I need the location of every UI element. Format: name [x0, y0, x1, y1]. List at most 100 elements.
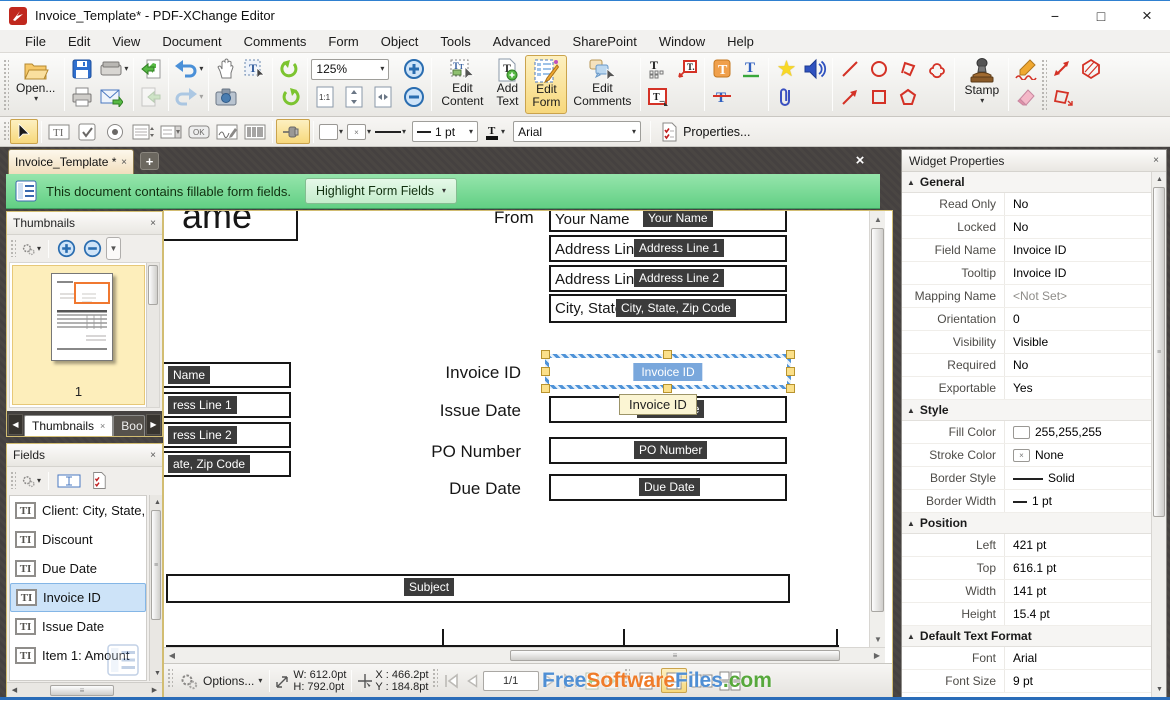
panel-tabs-left-icon[interactable]: ◀: [8, 414, 23, 435]
oval-tool-button[interactable]: [865, 56, 893, 83]
prop-top[interactable]: Top 616.1 pt: [902, 557, 1151, 580]
typewriter-tool-button[interactable]: T: [644, 56, 672, 83]
address-line-2-field[interactable]: Address Line 2 Address Line 2: [549, 265, 787, 292]
prop-visibility[interactable]: Visibility Visible: [902, 331, 1151, 354]
fit-width-button[interactable]: [369, 84, 397, 111]
perimeter-tool-button[interactable]: [1048, 84, 1076, 111]
resize-handle-sw[interactable]: [541, 384, 550, 393]
field-item-client[interactable]: TI Client: City, State, Zip: [10, 496, 146, 525]
import-button[interactable]: [137, 56, 165, 83]
prop-exportable[interactable]: Exportable Yes: [902, 377, 1151, 400]
fields-options-button[interactable]: ▾: [19, 469, 43, 492]
line-tool-button[interactable]: [836, 56, 864, 83]
combo-box-tool[interactable]: [157, 119, 185, 144]
select-text-button[interactable]: T: [241, 56, 269, 83]
checkbox-tool[interactable]: [73, 119, 101, 144]
polyline-tool-button[interactable]: [894, 56, 922, 83]
prop-border-style[interactable]: Border Style Solid: [902, 467, 1151, 490]
text-field-tool[interactable]: TI: [45, 119, 73, 144]
prop-fill-color[interactable]: Fill Color 255,255,255: [902, 421, 1151, 444]
prop-left[interactable]: Left 421 pt: [902, 534, 1151, 557]
redo-button[interactable]: ▾: [172, 84, 205, 111]
section-default-text-format[interactable]: ▲ Default Text Format: [902, 626, 1151, 647]
toolbar-grip[interactable]: [432, 668, 438, 688]
add-text-button[interactable]: T Add Text: [489, 55, 525, 114]
rename-field-button[interactable]: [54, 469, 84, 492]
section-style[interactable]: ▲ Style: [902, 400, 1151, 421]
fill-color-swatch[interactable]: [1013, 426, 1030, 439]
po-number-field[interactable]: PO Number: [549, 437, 787, 464]
subject-field[interactable]: Subject: [166, 574, 790, 603]
close-button[interactable]: ×: [1124, 1, 1170, 30]
eraser-tool-button[interactable]: [1012, 84, 1040, 111]
select-fields-tool[interactable]: [10, 119, 38, 144]
tab-invoice-template[interactable]: Invoice_Template * ×: [8, 149, 134, 174]
viewport-indicator[interactable]: [74, 282, 110, 304]
prop-font[interactable]: Font Arial: [902, 647, 1151, 670]
page-number-box[interactable]: 1/1: [483, 671, 539, 691]
highlight-form-fields-button[interactable]: Highlight Form Fields ▾: [305, 178, 457, 204]
edit-content-button[interactable]: TT Edit Content: [435, 55, 489, 114]
zoom-out-button[interactable]: [400, 84, 428, 111]
fit-page-button[interactable]: [340, 84, 368, 111]
border-width-combo[interactable]: 1 pt ▾: [412, 121, 478, 142]
text-color-picker[interactable]: T ▾: [482, 119, 507, 144]
prop-width[interactable]: Width 141 pt: [902, 580, 1151, 603]
button-tool[interactable]: OK: [185, 119, 213, 144]
document-horizontal-scrollbar[interactable]: ◀ ≡ ▶: [164, 647, 885, 663]
menu-help[interactable]: Help: [716, 34, 765, 49]
callout-tool-button[interactable]: T.: [673, 56, 701, 83]
toolbar-grip[interactable]: [10, 471, 16, 489]
prop-read-only[interactable]: Read Only No: [902, 193, 1151, 216]
save-button[interactable]: [68, 56, 96, 83]
section-general[interactable]: ▲ General: [902, 172, 1151, 193]
thumbnail-zoom-out-button[interactable]: [80, 237, 104, 260]
address-line-1-field[interactable]: Address Line 1 Address Line 1: [549, 235, 787, 262]
star-rating-button[interactable]: ★: [772, 56, 800, 83]
toolbar-grip[interactable]: [10, 239, 16, 257]
maximize-button[interactable]: □: [1078, 1, 1124, 30]
field-item-invoice-id[interactable]: TI Invoice ID: [10, 583, 146, 612]
client-city-state-zip-field[interactable]: ate, Zip Code: [164, 451, 291, 477]
export-button[interactable]: [137, 84, 165, 111]
zoom-in-button[interactable]: [400, 56, 428, 83]
print-button[interactable]: [68, 84, 96, 111]
properties-button[interactable]: Properties...: [654, 119, 756, 144]
fields-close-icon[interactable]: ×: [150, 450, 156, 461]
prop-orientation[interactable]: Orientation 0: [902, 308, 1151, 331]
polygon-tool-button[interactable]: [894, 84, 922, 111]
edit-form-button[interactable]: Edit Form: [525, 55, 567, 114]
distance-tool-button[interactable]: [1048, 56, 1076, 83]
resize-handle-se[interactable]: [786, 384, 795, 393]
prop-field-name[interactable]: Field Name Invoice ID: [902, 239, 1151, 262]
fields-horizontal-scrollbar[interactable]: ◀ ≡ ▶: [7, 682, 162, 697]
menu-window[interactable]: Window: [648, 34, 716, 49]
thumbnail-page-1[interactable]: 1: [12, 265, 145, 405]
document-vertical-scrollbar[interactable]: ▲ ▼: [869, 211, 885, 647]
document-pane-close-button[interactable]: ×: [849, 151, 871, 170]
field-item-issue-date[interactable]: TI Issue Date: [10, 612, 146, 641]
prop-border-width[interactable]: Border Width 1 pt: [902, 490, 1151, 513]
thumbnails-expand-button[interactable]: ▼: [106, 237, 121, 260]
client-address-1-field[interactable]: ress Line 1: [164, 392, 291, 418]
your-name-field[interactable]: Your Name Your Name: [549, 211, 787, 232]
properties-scrollbar[interactable]: ▲ ≡ ▼: [1151, 172, 1166, 697]
resize-handle-ne[interactable]: [786, 350, 795, 359]
pdf-page[interactable]: ame From Your Name Your Name Address Lin…: [164, 211, 870, 647]
prop-height[interactable]: Height 15.4 pt: [902, 603, 1151, 626]
attach-file-button[interactable]: [772, 84, 800, 111]
barcode-field-tool[interactable]: [241, 119, 269, 144]
previous-page-icon[interactable]: [463, 672, 481, 690]
field-properties-button[interactable]: [86, 469, 112, 492]
menu-file[interactable]: File: [14, 34, 57, 49]
resize-handle-n[interactable]: [663, 350, 672, 359]
field-item-discount[interactable]: TI Discount: [10, 525, 146, 554]
prop-stroke-color[interactable]: Stroke Color × None: [902, 444, 1151, 467]
email-button[interactable]: [97, 84, 125, 111]
rectangle-tool-button[interactable]: [865, 84, 893, 111]
tab-close-icon[interactable]: ×: [121, 157, 127, 168]
radio-button-tool[interactable]: [101, 119, 129, 144]
sound-button[interactable]: [801, 56, 829, 83]
highlight-text-button[interactable]: T: [708, 56, 736, 83]
menu-sharepoint[interactable]: SharePoint: [562, 34, 648, 49]
